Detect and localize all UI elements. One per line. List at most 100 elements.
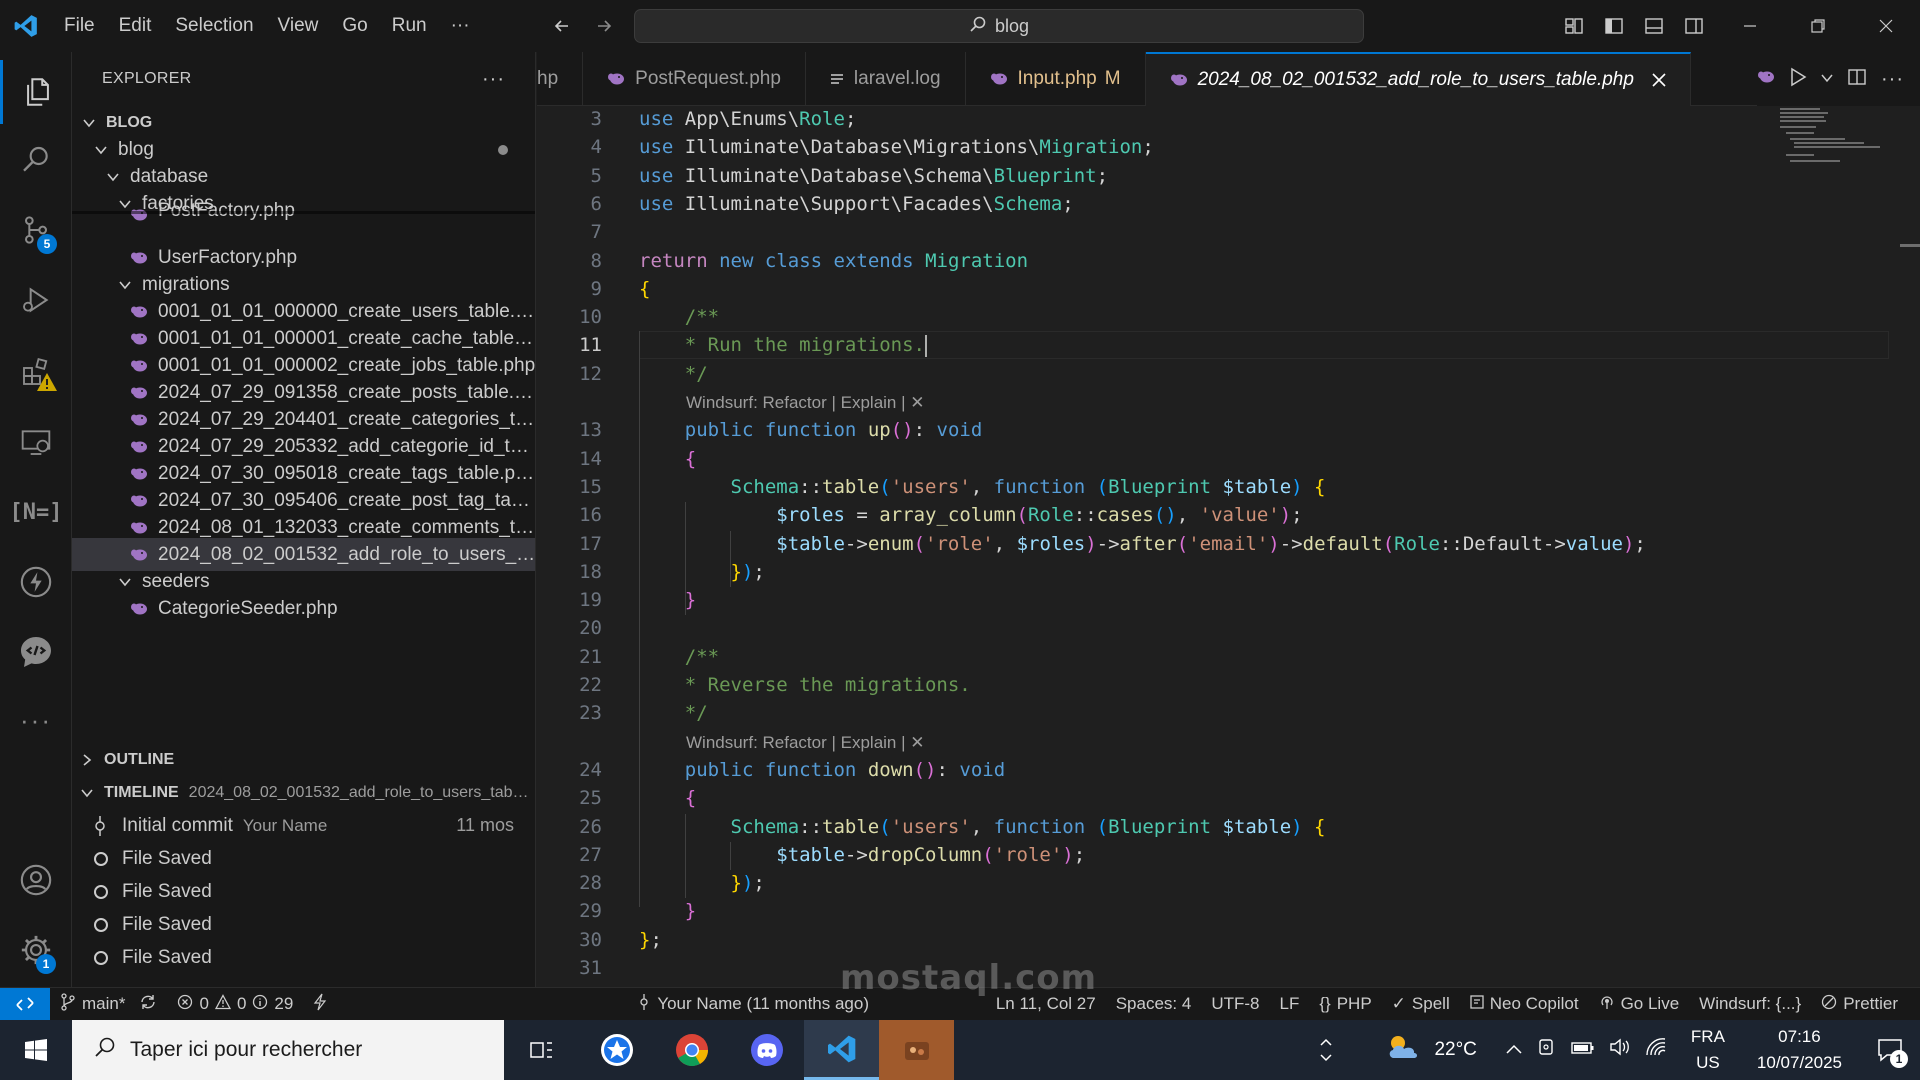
meet-now-icon[interactable] [1537, 1037, 1557, 1063]
show-hidden-icons-icon[interactable] [1505, 1039, 1523, 1061]
code-text[interactable]: $table->dropColumn('role'); [639, 841, 1085, 869]
input-language[interactable]: FRA US [1677, 1024, 1739, 1076]
tab[interactable]: Input.php M [966, 52, 1146, 106]
menu-item-go[interactable]: Go [330, 0, 379, 52]
wifi-icon[interactable] [1645, 1037, 1667, 1063]
menu-item-selection[interactable]: Selection [163, 0, 265, 52]
remote-indicator-icon[interactable] [0, 987, 50, 1021]
split-editor-icon[interactable] [1847, 67, 1867, 92]
timeline-item[interactable]: Initial commit Your Name 11 mos [72, 809, 535, 842]
windsurf-chat-icon[interactable] [0, 620, 72, 684]
timeline-item[interactable]: File Saved [72, 908, 535, 941]
code-text[interactable]: }); [639, 558, 765, 586]
prettier-status[interactable]: Prettier [1811, 994, 1920, 1015]
more-actions-icon[interactable]: ··· [1881, 68, 1904, 91]
tree-file-item[interactable]: CategorieSeeder.php [72, 592, 535, 621]
timeline-item[interactable]: File Saved [72, 941, 535, 974]
end-of-line[interactable]: LF [1270, 994, 1310, 1014]
code-text[interactable]: Schema::table('users', function (Bluepri… [639, 473, 1326, 501]
menu-item-file[interactable]: File [52, 0, 107, 52]
code-text[interactable]: */ [639, 360, 708, 388]
toggle-panel-icon[interactable] [1640, 12, 1668, 40]
code-text[interactable]: * Run the migrations. [639, 331, 927, 359]
code-editor[interactable]: 3 use App\Enums\Role; 4 use Illuminate\Data… [537, 106, 1920, 987]
code-text[interactable]: }; [639, 926, 662, 954]
problems-status[interactable]: 0 0 29 [167, 993, 303, 1015]
indentation[interactable]: Spaces: 4 [1106, 994, 1202, 1014]
code-text[interactable]: use App\Enums\Role; [639, 106, 856, 133]
go-live-status[interactable]: Go Live [1589, 994, 1690, 1015]
timeline-item[interactable]: File Saved [72, 875, 535, 908]
more-actions-icon[interactable]: ··· [482, 68, 505, 91]
code-text[interactable]: public function down(): void [639, 756, 1005, 784]
tab[interactable]: laravel.log [806, 52, 966, 106]
code-text[interactable]: /** [639, 643, 719, 671]
notebook-icon[interactable]: [N=] [0, 480, 72, 544]
code-text[interactable]: { [639, 275, 650, 303]
restore-icon[interactable] [1784, 0, 1852, 52]
code-text[interactable]: use Illuminate\Database\Schema\Blueprint… [639, 162, 1108, 190]
notification-center-icon[interactable]: 1 [1860, 1020, 1920, 1080]
extensions-icon[interactable] [0, 340, 72, 404]
code-text[interactable]: * Reverse the migrations. [639, 671, 971, 699]
code-text[interactable]: $table->enum('role', $roles)->after('ema… [639, 530, 1646, 558]
chrome-icon[interactable] [654, 1020, 729, 1080]
close-window-icon[interactable] [1852, 0, 1920, 52]
menu-overflow-icon[interactable]: ··· [439, 0, 482, 52]
code-text[interactable]: { [639, 445, 696, 473]
outline-section-header[interactable]: OUTLINE [72, 743, 535, 776]
tree-file-item[interactable]: DatabaseSeeder.php [72, 619, 535, 621]
code-text[interactable]: use Illuminate\Database\Migrations\Migra… [639, 133, 1154, 161]
paint-app-icon[interactable] [879, 1020, 954, 1080]
run-icon[interactable] [1789, 67, 1807, 92]
code-text[interactable]: Schema::table('users', function (Bluepri… [639, 813, 1326, 841]
lightning-status[interactable] [303, 993, 337, 1016]
app-store-icon[interactable] [579, 1020, 654, 1080]
taskbar-search[interactable]: Taper ici pour rechercher [72, 1020, 504, 1080]
manage-gear-icon[interactable]: 1 [0, 918, 72, 982]
menu-item-view[interactable]: View [266, 0, 331, 52]
windows-start-icon[interactable] [0, 1020, 72, 1080]
forward-arrow-icon[interactable] [590, 12, 618, 40]
sync-icon[interactable] [139, 993, 157, 1016]
code-text[interactable]: /** [639, 303, 719, 331]
codelens-windsurf[interactable]: Windsurf: Refactor | Explain | ✕ [686, 729, 925, 757]
menu-item-run[interactable]: Run [380, 0, 439, 52]
tray-scroll-arrows-icon[interactable] [1308, 1020, 1344, 1080]
toggle-primary-sidebar-icon[interactable] [1600, 12, 1628, 40]
timeline-item[interactable]: File Saved [72, 842, 535, 875]
tab-active[interactable]: 2024_08_02_001532_add_role_to_users_tabl… [1145, 52, 1691, 106]
php-file-icon[interactable] [1757, 70, 1775, 89]
minimize-icon[interactable] [1716, 0, 1784, 52]
code-text[interactable]: use Illuminate\Support\Facades\Schema; [639, 190, 1074, 218]
code-text[interactable]: $roles = array_column(Role::cases(), 'va… [639, 501, 1302, 529]
branch-status[interactable]: main* [50, 992, 167, 1016]
search-view-icon[interactable] [0, 128, 72, 192]
code-text[interactable]: return new class extends Migration [639, 247, 1028, 275]
customize-layout-icon[interactable] [1560, 12, 1588, 40]
code-text[interactable]: } [639, 897, 696, 925]
copilot-status[interactable]: Neo Copilot [1460, 994, 1589, 1015]
menu-item-edit[interactable]: Edit [107, 0, 164, 52]
command-center-search[interactable]: blog [634, 9, 1364, 43]
thunder-client-icon[interactable] [0, 550, 72, 614]
spell-status[interactable]: ✓ Spell [1382, 994, 1460, 1014]
source-control-icon[interactable]: 5 [0, 198, 72, 262]
discord-icon[interactable] [729, 1020, 804, 1080]
chevron-down-icon[interactable] [1821, 70, 1833, 88]
language-mode[interactable]: {} PHP [1309, 994, 1381, 1014]
encoding[interactable]: UTF-8 [1201, 994, 1269, 1014]
code-text[interactable]: }); [639, 869, 765, 897]
battery-icon[interactable] [1571, 1039, 1595, 1061]
task-view-icon[interactable] [504, 1020, 579, 1080]
code-text[interactable]: */ [639, 699, 708, 727]
clock[interactable]: 07:16 10/07/2025 [1739, 1024, 1860, 1076]
back-arrow-icon[interactable] [548, 12, 576, 40]
close-tab-icon[interactable] [1652, 73, 1666, 87]
weather-widget[interactable]: 22°C [1344, 1032, 1494, 1068]
windsurf-status[interactable]: Windsurf: {...} [1689, 994, 1811, 1014]
code-text[interactable]: public function up(): void [639, 416, 983, 444]
volume-icon[interactable] [1609, 1037, 1631, 1063]
account-icon[interactable] [0, 848, 72, 912]
tab[interactable]: PostRequest.php [583, 52, 806, 106]
